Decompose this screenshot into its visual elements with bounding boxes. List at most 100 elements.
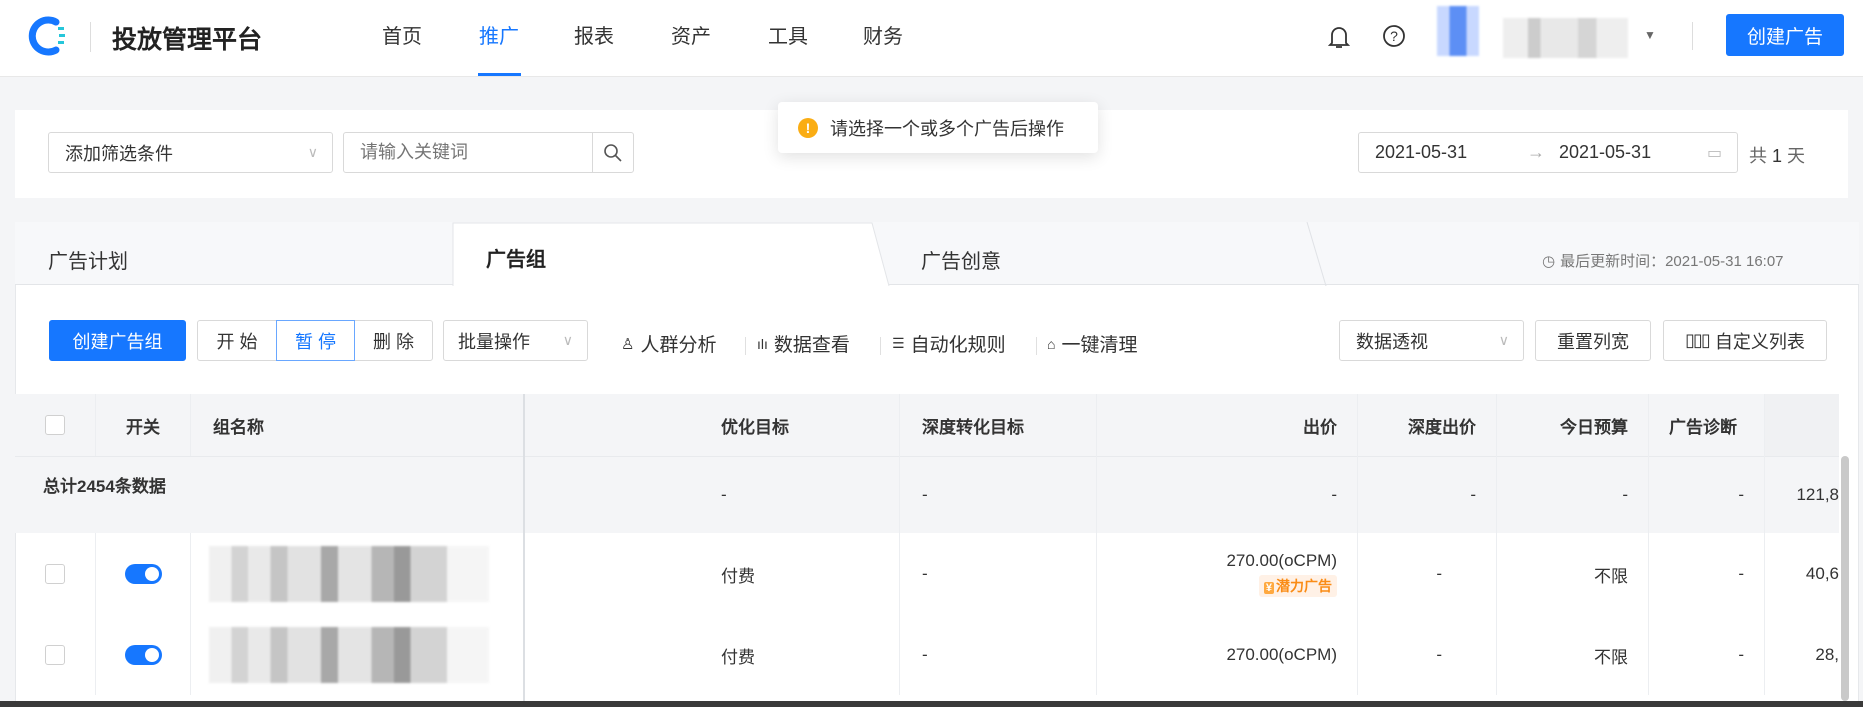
one-click-clean-link[interactable]: ⌂ 一键清理 xyxy=(1047,330,1137,357)
tab-ad-group[interactable]: 广告组 xyxy=(486,243,546,272)
select-all-checkbox[interactable] xyxy=(45,415,65,435)
col-header-group-name[interactable]: 组名称 xyxy=(191,394,524,456)
create-ad-group-button[interactable]: 创建广告组 xyxy=(49,320,186,361)
pause-button[interactable]: 暂 停 xyxy=(276,320,355,361)
nav-home[interactable]: 首页 xyxy=(382,20,422,49)
summary-diagnosis: - xyxy=(1649,456,1765,533)
add-filter-label: 添加筛选条件 xyxy=(65,143,173,164)
calendar-icon: ▭ xyxy=(1707,144,1723,162)
data-pivot-label: 数据透视 xyxy=(1356,331,1428,352)
blurred-group-name xyxy=(209,627,489,683)
custom-columns-button[interactable]: ▯▯▯ 自定义列表 xyxy=(1663,320,1827,361)
create-ad-button[interactable]: 创建广告 xyxy=(1726,14,1844,56)
toast-message: 请选择一个或多个广告后操作 xyxy=(830,118,1064,139)
row-checkbox[interactable] xyxy=(45,564,65,584)
bell-icon[interactable] xyxy=(1328,24,1350,50)
row-select-cell xyxy=(15,615,96,695)
summary-deep-conversion-goal: - xyxy=(900,456,1097,533)
col-header-optimization-goal[interactable]: 优化目标 xyxy=(699,394,900,456)
nav-assets[interactable]: 资产 xyxy=(671,20,711,49)
row-deep-conversion-goal: - xyxy=(900,533,1097,615)
batch-operation-label: 批量操作 xyxy=(458,331,530,352)
bar-chart-icon: ılı xyxy=(757,335,768,352)
divider xyxy=(880,337,881,355)
nav-reports[interactable]: 报表 xyxy=(574,20,614,49)
vertical-scrollbar[interactable] xyxy=(1841,456,1849,701)
col-header-switch[interactable]: 开关 xyxy=(96,394,191,456)
row-diagnosis: - xyxy=(1649,533,1765,615)
nav-finance[interactable]: 财务 xyxy=(863,20,903,49)
add-filter-select[interactable]: 添加筛选条件 ∨ xyxy=(48,132,333,173)
row-extra: 28, xyxy=(1815,645,1839,664)
row-budget: 不限 xyxy=(1497,615,1649,695)
row-select-cell xyxy=(15,533,96,615)
logo-icon xyxy=(28,16,65,56)
batch-operation-select[interactable]: 批量操作 ∨ xyxy=(443,320,588,361)
audience-analysis-link[interactable]: ♙ 人群分析 xyxy=(621,330,716,357)
data-pivot-select[interactable]: 数据透视 ∨ xyxy=(1339,320,1524,361)
bid-value: 270.00(oCPM) xyxy=(1226,551,1337,570)
row-deep-bid: - xyxy=(1358,533,1497,615)
user-name[interactable] xyxy=(1503,18,1628,58)
row-budget: 不限 xyxy=(1497,533,1649,615)
col-header-deep-conversion-goal[interactable]: 深度转化目标 xyxy=(900,394,1097,456)
help-icon[interactable]: ? xyxy=(1382,24,1406,48)
nav-tools[interactable]: 工具 xyxy=(768,20,808,49)
data-view-link[interactable]: ılı 数据查看 xyxy=(757,330,850,357)
top-header: 投放管理平台 首页 推广 报表 资产 工具 财务 ? ▼ 创建广告 xyxy=(0,0,1863,77)
col-header-deep-bid[interactable]: 深度出价 xyxy=(1358,394,1497,456)
last-update: ◷ 最后更新时间：2021-05-31 16:07 xyxy=(1542,250,1784,271)
row-bid: 270.00(oCPM) ¥ 潜力广告 xyxy=(1097,533,1358,615)
chevron-down-icon[interactable]: ▼ xyxy=(1644,28,1656,42)
search-button[interactable] xyxy=(592,132,634,173)
summary-budget: - xyxy=(1497,456,1649,533)
row-checkbox[interactable] xyxy=(45,645,65,665)
svg-text:?: ? xyxy=(1390,28,1398,44)
row-switch-cell xyxy=(96,615,191,695)
col-header-bid[interactable]: 出价 xyxy=(1097,394,1358,456)
total-days-prefix: 共 xyxy=(1749,146,1767,166)
keyword-input[interactable] xyxy=(343,132,593,173)
last-update-text: 最后更新时间：2021-05-31 16:07 xyxy=(1560,253,1784,270)
row-toggle[interactable] xyxy=(124,645,162,665)
tab-separator xyxy=(1306,222,1327,286)
row-toggle[interactable] xyxy=(124,564,162,584)
tab-ad-creative[interactable]: 广告创意 xyxy=(921,245,1001,274)
row-group-name[interactable] xyxy=(191,615,524,695)
col-header-today-budget[interactable]: 今日预算 xyxy=(1497,394,1649,456)
select-all-cell xyxy=(15,394,96,456)
divider xyxy=(745,337,746,355)
yen-icon: ¥ xyxy=(1263,582,1274,594)
date-range-picker[interactable]: 2021-05-31 → 2021-05-31 ▭ xyxy=(1358,132,1738,173)
logo-divider xyxy=(90,22,91,52)
row-group-name[interactable] xyxy=(191,533,524,615)
platform-title: 投放管理平台 xyxy=(112,26,263,54)
chevron-down-icon: ∨ xyxy=(307,144,318,160)
row-diagnosis: - xyxy=(1649,615,1765,695)
chevron-down-icon: ∨ xyxy=(562,332,573,348)
arrow-right-icon: → xyxy=(1527,142,1545,162)
auto-rules-label: 自动化规则 xyxy=(910,335,1006,356)
date-end: 2021-05-31 xyxy=(1559,142,1652,162)
data-view-label: 数据查看 xyxy=(773,335,850,356)
warning-icon: ! xyxy=(798,117,818,138)
one-click-clean-label: 一键清理 xyxy=(1061,335,1138,356)
row-bid: 270.00(oCPM) xyxy=(1097,615,1358,695)
badge-label: 潜力广告 xyxy=(1276,578,1332,594)
row-deep-bid: - xyxy=(1358,615,1497,695)
clock-icon: ◷ xyxy=(1542,252,1556,270)
row-deep-conversion-goal: - xyxy=(900,615,1097,695)
delete-button[interactable]: 删 除 xyxy=(354,320,433,361)
tab-ad-plan[interactable]: 广告计划 xyxy=(48,245,128,274)
avatar[interactable] xyxy=(1437,6,1479,56)
warning-toast: ! 请选择一个或多个广告后操作 xyxy=(778,102,1098,153)
nav-active-indicator xyxy=(478,73,521,76)
nav-promotion[interactable]: 推广 xyxy=(479,20,519,49)
reset-column-width-button[interactable]: 重置列宽 xyxy=(1535,320,1651,361)
summary-optimization-goal: - xyxy=(699,456,900,533)
audience-analysis-label: 人群分析 xyxy=(640,335,717,356)
start-button[interactable]: 开 始 xyxy=(197,320,277,361)
auto-rules-link[interactable]: ☰ 自动化规则 xyxy=(892,330,1006,357)
col-header-ad-diagnosis[interactable]: 广告诊断 xyxy=(1649,394,1765,456)
row-optimization-goal: 付费 xyxy=(699,533,900,615)
